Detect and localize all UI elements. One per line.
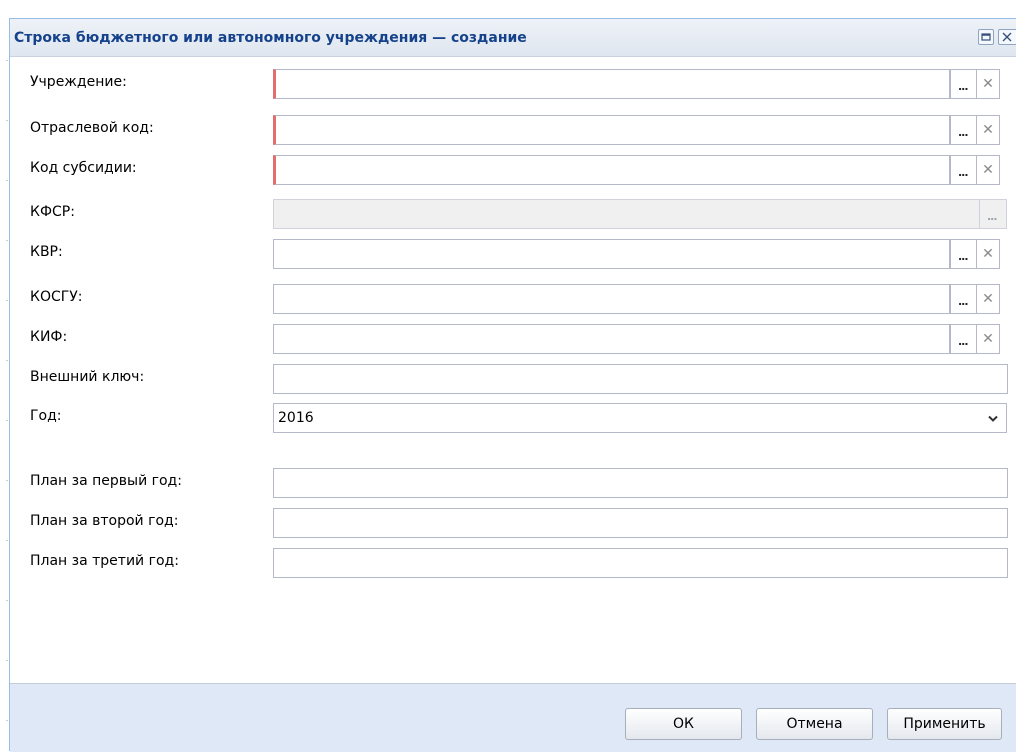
clear-x-icon: ✕ [982,122,994,138]
row-plan-year2: План за второй год: [10,507,1016,538]
dialog-window: Строка бюджетного или автономного учрежд… [9,18,1016,752]
row-industry-code: Отраслевой код: ... ✕ [10,114,1016,145]
clear-x-icon: ✕ [982,246,994,262]
clear-x-icon: ✕ [982,331,994,347]
kvr-label: КВР: [30,244,63,260]
form-body: Учреждение: ... ✕ Отраслевой код: ... ✕ … [10,57,1016,684]
kvr-field[interactable] [273,239,950,269]
institution-label: Учреждение: [30,74,127,90]
chevron-down-icon [988,415,998,422]
kif-label: КИФ: [30,329,68,345]
row-external-key: Внешний ключ: [10,363,1016,394]
year-select[interactable]: 2016 [273,403,981,433]
ellipsis-icon: ... [987,210,998,223]
clear-x-icon: ✕ [982,76,994,92]
row-subsidy-code: Код субсидии: ... ✕ [10,154,1016,185]
row-institution: Учреждение: ... ✕ [10,68,1016,99]
industry-code-lookup-button[interactable]: ... [950,115,977,145]
plan-year1-field[interactable] [273,468,1008,498]
ellipsis-icon: ... [958,335,969,348]
kif-clear-button[interactable]: ✕ [977,324,1000,354]
dialog-footer: ОК Отмена Применить [10,684,1016,752]
maximize-icon[interactable] [978,29,994,45]
kif-field[interactable] [273,324,950,354]
kvr-clear-button[interactable]: ✕ [977,239,1000,269]
subsidy-code-label: Код субсидии: [30,160,137,176]
institution-clear-button[interactable]: ✕ [977,69,1000,99]
background-window-edge [0,0,9,751]
plan-year3-label: План за третий год: [30,553,179,569]
institution-field[interactable] [273,69,950,99]
year-label: Год: [30,408,62,424]
kosgu-lookup-button[interactable]: ... [950,284,977,314]
clear-x-icon: ✕ [982,291,994,307]
subsidy-code-lookup-button[interactable]: ... [950,155,977,185]
ellipsis-icon: ... [958,250,969,263]
dialog-title: Строка бюджетного или автономного учрежд… [14,30,527,46]
external-key-label: Внешний ключ: [30,369,145,385]
row-kosgu: КОСГУ: ... ✕ [10,283,1016,314]
industry-code-clear-button[interactable]: ✕ [977,115,1000,145]
row-kif: КИФ: ... ✕ [10,323,1016,354]
plan-year1-label: План за первый год: [30,473,182,489]
external-key-field[interactable] [273,364,1008,394]
ellipsis-icon: ... [958,295,969,308]
ellipsis-icon: ... [958,166,969,179]
ellipsis-icon: ... [958,126,969,139]
kosgu-field[interactable] [273,284,950,314]
plan-year2-field[interactable] [273,508,1008,538]
industry-code-label: Отраслевой код: [30,120,154,136]
kfsr-label: КФСР: [30,204,75,220]
row-kfsr: КФСР: ... [10,198,1016,229]
year-value: 2016 [278,410,314,426]
row-plan-year1: План за первый год: [10,467,1016,498]
dialog-titlebar[interactable]: Строка бюджетного или автономного учрежд… [10,19,1016,57]
kosgu-label: КОСГУ: [30,289,83,305]
ok-button[interactable]: ОК [625,708,742,740]
kfsr-field [273,199,980,229]
row-year: Год: 2016 [10,402,1016,433]
subsidy-code-field[interactable] [273,155,950,185]
ellipsis-icon: ... [958,80,969,93]
year-dropdown-button[interactable] [980,403,1007,433]
plan-year3-field[interactable] [273,548,1008,578]
apply-button[interactable]: Применить [887,708,1002,740]
kfsr-lookup-button: ... [980,199,1007,229]
kosgu-clear-button[interactable]: ✕ [977,284,1000,314]
subsidy-code-clear-button[interactable]: ✕ [977,155,1000,185]
close-icon[interactable] [998,29,1016,45]
row-kvr: КВР: ... ✕ [10,238,1016,269]
cancel-button[interactable]: Отмена [756,708,873,740]
institution-lookup-button[interactable]: ... [950,69,977,99]
industry-code-field[interactable] [273,115,950,145]
row-plan-year3: План за третий год: [10,547,1016,578]
kvr-lookup-button[interactable]: ... [950,239,977,269]
plan-year2-label: План за второй год: [30,513,179,529]
clear-x-icon: ✕ [982,162,994,178]
kif-lookup-button[interactable]: ... [950,324,977,354]
